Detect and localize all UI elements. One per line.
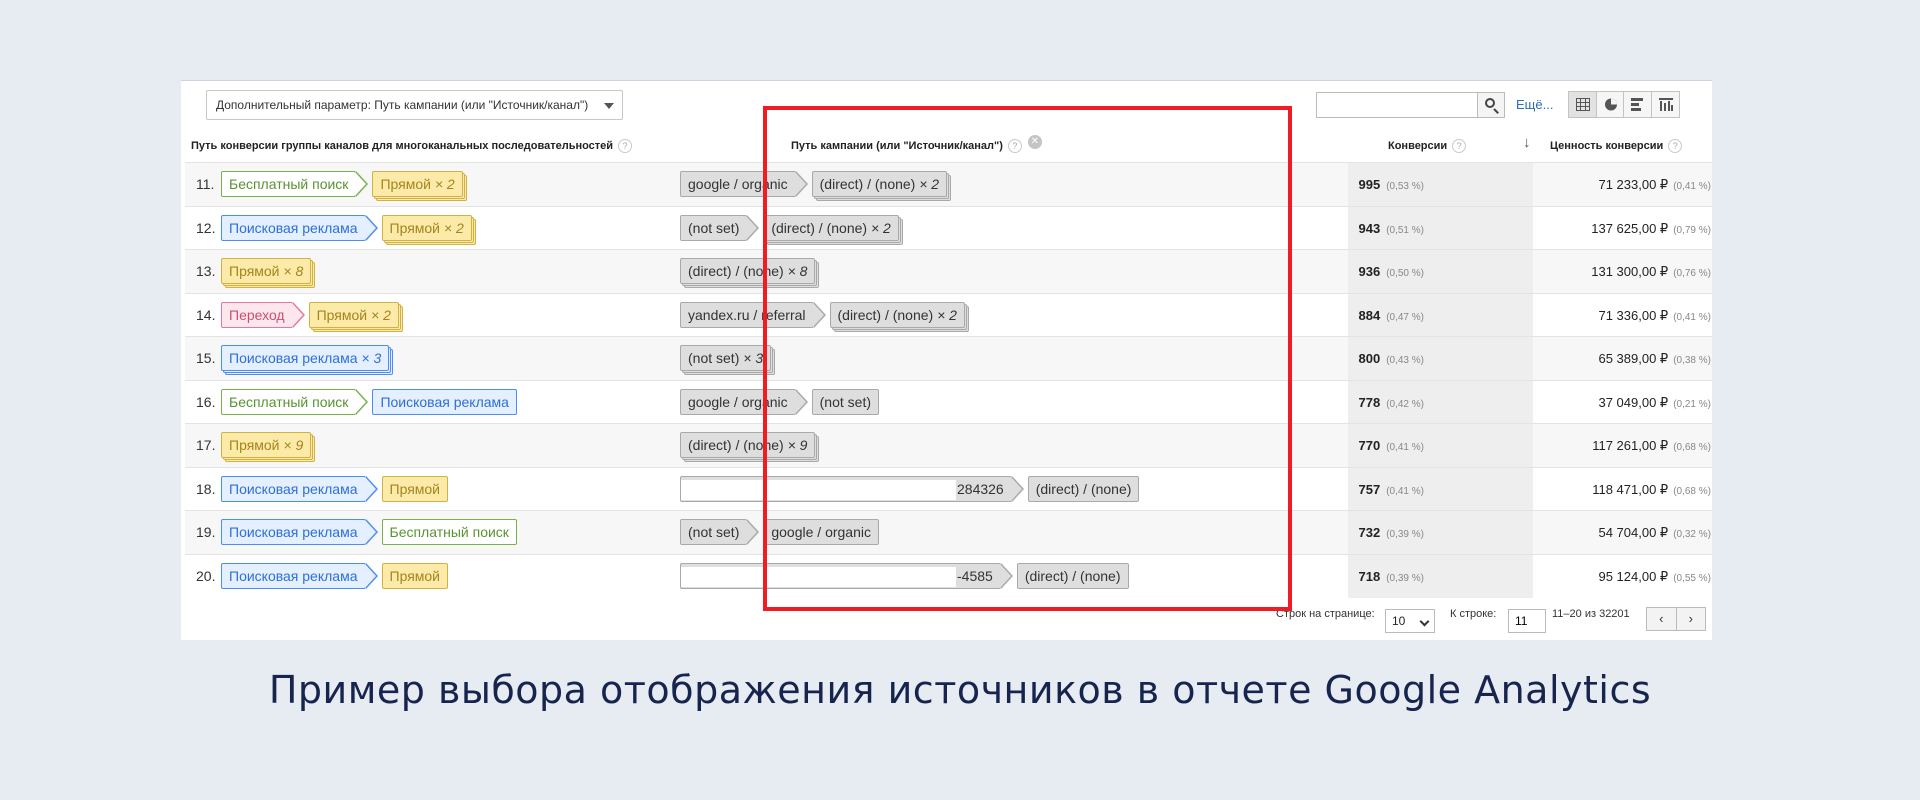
channel-chip: Бесплатный поиск <box>381 519 517 545</box>
table-view-button[interactable] <box>1569 92 1597 117</box>
channel-chip: Поисковая реклама <box>221 562 377 589</box>
row-number: 17. <box>196 437 216 453</box>
conversion-value-cell: 71 336,00 ₽ (0,41 %) <box>1598 307 1711 323</box>
campaign-path: (not set) × 3 <box>680 345 776 371</box>
row-number: 12. <box>196 219 216 236</box>
next-page-button[interactable]: › <box>1677 608 1706 630</box>
channel-chip: Поисковая реклама <box>372 388 517 415</box>
row-number: 11. <box>196 176 215 192</box>
conversion-path: Бесплатный поиск Прямой × 2 <box>221 171 468 197</box>
conversion-value-cell: 37 049,00 ₽ (0,21 %) <box>1598 394 1711 410</box>
source-chip: (not set) × 3 <box>680 345 772 371</box>
source-chip: (not set) <box>680 214 760 241</box>
rows-per-page-select[interactable]: 10 <box>1385 609 1435 633</box>
channel-chip: Прямой × 9 <box>221 432 312 458</box>
image-caption: Пример выбора отображения источников в о… <box>268 668 1652 712</box>
row-number: 16. <box>196 393 216 410</box>
caret-down-icon <box>604 103 614 109</box>
channel-chip: Переход <box>221 301 305 328</box>
conversions-cell: 995 (0,53 %) <box>1358 177 1425 192</box>
row-number: 18. <box>196 480 216 497</box>
channel-chip: Поисковая реклама <box>221 475 377 502</box>
conversion-path: Поисковая реклама Бесплатный поиск <box>221 519 522 545</box>
conversion-path: Прямой × 9 <box>221 432 316 458</box>
chevron-down-icon <box>1419 616 1430 627</box>
channel-chip: Прямой <box>381 475 449 502</box>
row-number: 13. <box>196 263 216 279</box>
view-switcher <box>1568 91 1680 118</box>
pager-buttons: ‹ › <box>1646 607 1706 631</box>
table-search-input[interactable] <box>1316 92 1478 118</box>
row-number: 15. <box>196 350 216 366</box>
conversions-cell: 770 (0,41 %) <box>1358 438 1425 453</box>
bar-view-button[interactable] <box>1624 92 1652 117</box>
grid-icon <box>1576 98 1590 111</box>
conversions-cell: 757 (0,41 %) <box>1358 481 1425 497</box>
pagination-range: 11–20 из 32201 <box>1552 608 1630 620</box>
conversion-value-cell: 118 471,00 ₽ (0,68 %) <box>1592 481 1711 497</box>
header-path: Путь конверсии группы каналов для многок… <box>191 139 633 153</box>
channel-chip: Поисковая реклама <box>221 214 377 241</box>
conversion-path: Поисковая реклама Прямой <box>221 475 453 502</box>
channel-chip: Прямой × 2 <box>372 171 463 197</box>
comparison-icon <box>1658 98 1673 111</box>
help-icon[interactable]: ? <box>1452 139 1467 153</box>
conversion-path: Поисковая реклама Прямой × 2 <box>221 214 477 241</box>
secondary-dimension-dropdown[interactable]: Дополнительный параметр: Путь кампании (… <box>206 90 623 120</box>
help-icon[interactable]: ? <box>618 139 633 153</box>
channel-chip: Прямой × 2 <box>308 301 399 328</box>
prev-page-button[interactable]: ‹ <box>1647 608 1677 630</box>
channel-chip: Бесплатный поиск <box>221 388 369 415</box>
channel-chip: Поисковая реклама <box>221 519 377 545</box>
conversion-value-cell: 65 389,00 ₽ (0,38 %) <box>1598 351 1711 366</box>
conversion-path: Бесплатный поиск Поисковая реклама <box>221 388 522 415</box>
conversions-cell: 884 (0,47 %) <box>1358 307 1425 323</box>
bar-chart-icon <box>1631 98 1643 111</box>
header-conversions[interactable]: Конверсии? <box>1388 139 1467 153</box>
conversion-value-cell: 95 124,00 ₽ (0,55 %) <box>1598 568 1711 584</box>
sort-desc-icon[interactable]: ↓ <box>1523 134 1531 151</box>
pie-chart-icon <box>1604 98 1617 111</box>
comparison-view-button[interactable] <box>1652 92 1679 117</box>
help-icon[interactable]: ? <box>1668 139 1683 153</box>
conversions-cell: 800 (0,43 %) <box>1358 351 1425 366</box>
conversions-cell: 778 (0,42 %) <box>1358 394 1425 410</box>
conversions-cell: 943 (0,51 %) <box>1358 220 1425 236</box>
highlight-frame <box>763 106 1292 611</box>
row-number: 20. <box>196 567 216 584</box>
conversion-path: Поисковая реклама Прямой <box>221 562 453 589</box>
row-number: 19. <box>196 524 216 540</box>
secondary-dimension-label: Дополнительный параметр: Путь кампании (… <box>216 98 589 112</box>
channel-chip: Бесплатный поиск <box>221 171 369 197</box>
search-button[interactable] <box>1477 92 1505 118</box>
goto-row-input[interactable] <box>1508 609 1546 633</box>
conversion-path: Прямой × 8 <box>221 258 316 284</box>
conversion-value-cell: 117 261,00 ₽ (0,68 %) <box>1592 438 1711 453</box>
channel-chip: Прямой × 8 <box>221 258 312 284</box>
goto-row-label: К строке: <box>1450 608 1497 620</box>
source-chip: (not set) <box>680 519 760 545</box>
header-conversion-value[interactable]: Ценность конверсии? <box>1550 139 1683 153</box>
conversion-value-cell: 137 625,00 ₽ (0,79 %) <box>1591 220 1711 236</box>
channel-chip: Прямой <box>381 562 449 589</box>
conversion-value-cell: 54 704,00 ₽ (0,32 %) <box>1598 525 1711 540</box>
conversions-cell: 936 (0,50 %) <box>1358 264 1425 279</box>
conversion-path: Поисковая реклама × 3 <box>221 345 394 371</box>
row-number: 14. <box>196 306 216 323</box>
conversion-value-cell: 71 233,00 ₽ (0,41 %) <box>1598 177 1711 192</box>
channel-chip: Поисковая реклама × 3 <box>221 345 390 371</box>
conversion-value-cell: 131 300,00 ₽ (0,76 %) <box>1591 264 1711 279</box>
channel-chip: Прямой × 2 <box>381 214 472 241</box>
conversions-cell: 718 (0,39 %) <box>1358 568 1425 584</box>
search-icon <box>1485 98 1495 108</box>
conversions-cell: 732 (0,39 %) <box>1358 525 1425 540</box>
pie-view-button[interactable] <box>1597 92 1624 117</box>
conversion-path: Переход Прямой × 2 <box>221 301 404 328</box>
more-link[interactable]: Ещё... <box>1516 97 1553 112</box>
